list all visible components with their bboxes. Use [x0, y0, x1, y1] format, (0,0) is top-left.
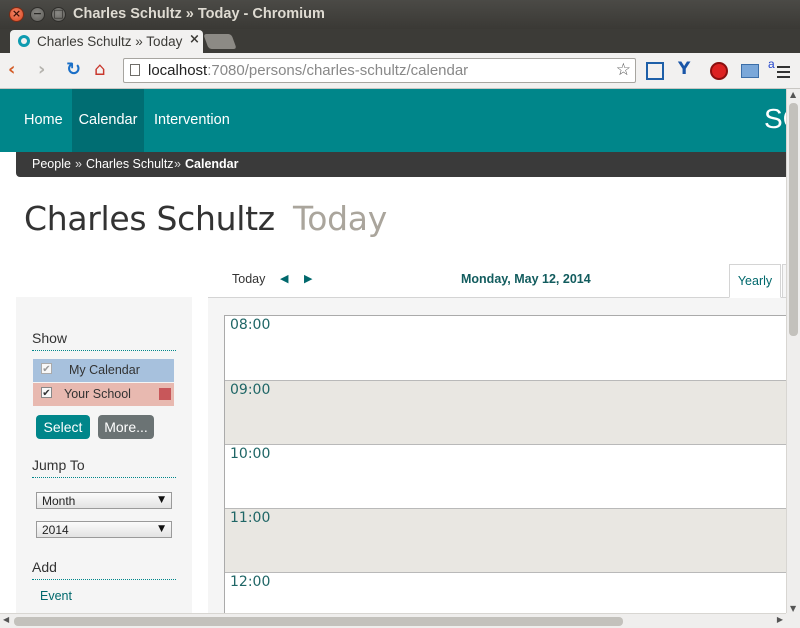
dropdown-arrow-icon: ▼	[158, 495, 165, 505]
breadcrumb-current: Calendar	[185, 157, 239, 171]
new-tab-button[interactable]	[203, 34, 237, 49]
vertical-scroll-thumb[interactable]	[789, 103, 798, 336]
hour-slot[interactable]: 09:00	[225, 380, 786, 444]
address-bar[interactable]: localhost:7080/persons/charles-schultz/c…	[123, 58, 636, 83]
hour-slot[interactable]: 08:00	[225, 316, 786, 380]
vertical-scrollbar[interactable]: ▲ ▼	[786, 89, 800, 613]
calendar-label: Your School	[64, 387, 131, 401]
favicon-icon	[18, 35, 30, 47]
checkbox[interactable]: ✔	[41, 363, 52, 375]
tab-title: Charles Schultz » Today	[37, 34, 183, 49]
hour-slot[interactable]: 10:00	[225, 444, 786, 508]
today-button[interactable]: Today	[232, 272, 265, 286]
show-heading: Show	[32, 330, 68, 346]
scroll-down-icon[interactable]: ▼	[790, 604, 796, 613]
hour-label: 12:00	[230, 574, 271, 590]
breadcrumb-separator: »	[75, 157, 82, 171]
add-event-link[interactable]: Event	[40, 589, 72, 603]
tab-strip: Charles Schultz » Today ×	[0, 29, 800, 54]
next-day-icon[interactable]: ▶	[304, 272, 312, 285]
calendar-header: Today ◀ ▶ Monday, May 12, 2014 Yearly	[208, 264, 786, 298]
select-value: 2014	[42, 523, 69, 537]
jump-period-select[interactable]: Month ▼	[36, 492, 172, 509]
forward-button[interactable]: ›	[38, 59, 45, 81]
select-button[interactable]: Select	[36, 415, 90, 439]
nav-home[interactable]: Home	[24, 89, 63, 152]
hour-label: 10:00	[230, 446, 271, 462]
window-minimize-button[interactable]: −	[30, 7, 45, 22]
horizontal-scrollbar[interactable]: ◀ ▶	[0, 613, 786, 628]
stop-extension-icon[interactable]	[710, 62, 728, 80]
page-icon	[130, 64, 140, 76]
scroll-up-icon[interactable]: ▲	[790, 90, 796, 99]
bookmark-star-icon[interactable]: ☆	[616, 60, 631, 80]
jump-to-heading: Jump To	[32, 457, 85, 473]
screenshot-extension-icon[interactable]	[741, 64, 759, 78]
more-button[interactable]: More...	[98, 415, 154, 439]
day-grid: 08:00 09:00 10:00 11:00 12:00	[224, 315, 786, 613]
divider	[32, 350, 176, 351]
url-path: :7080/persons/charles-schultz/calendar	[207, 62, 469, 79]
current-date: Monday, May 12, 2014	[461, 272, 591, 286]
brand-logo[interactable]: SC	[764, 103, 786, 135]
hamburger-menu-icon[interactable]	[777, 66, 790, 81]
tab-yearly[interactable]: Yearly	[729, 264, 781, 298]
calendar-body: 08:00 09:00 10:00 11:00 12:00	[208, 298, 786, 613]
scroll-left-icon[interactable]: ◀	[3, 615, 9, 624]
divider	[32, 579, 176, 580]
breadcrumb-person[interactable]: Charles Schultz	[86, 157, 174, 171]
maximize-icon: □	[53, 7, 64, 20]
hour-label: 11:00	[230, 510, 271, 526]
divider	[32, 477, 176, 478]
hour-slot[interactable]: 11:00	[225, 508, 786, 572]
reload-button[interactable]: ↻	[66, 59, 81, 81]
home-button[interactable]: ⌂	[94, 59, 105, 81]
calendar-toggle-my-calendar[interactable]: ✔ My Calendar	[33, 359, 174, 382]
breadcrumb-separator: »	[174, 157, 181, 171]
calendar-sidebar: Show ✔ My Calendar ✔ Your School Select …	[16, 297, 192, 613]
checkbox[interactable]: ✔	[41, 387, 52, 399]
hour-slot[interactable]: 12:00	[225, 572, 786, 613]
nav-calendar[interactable]: Calendar	[72, 89, 144, 152]
window-close-button[interactable]: ×	[9, 7, 24, 22]
select-value: Month	[42, 494, 76, 508]
window-title: Charles Schultz » Today - Chromium	[73, 6, 325, 22]
browser-tab[interactable]: Charles Schultz » Today ×	[10, 30, 203, 54]
close-icon: ×	[11, 7, 22, 20]
jump-year-select[interactable]: 2014 ▼	[36, 521, 172, 538]
breadcrumb: People » Charles Schultz » Calendar	[16, 152, 786, 177]
top-nav: Home Calendar Intervention SC	[0, 89, 786, 152]
window-titlebar: × − □ Charles Schultz » Today - Chromium	[0, 0, 800, 29]
window-maximize-button[interactable]: □	[51, 7, 66, 22]
calendar-toggle-your-school[interactable]: ✔ Your School	[33, 383, 174, 406]
page-subtitle: Today	[293, 199, 387, 238]
scroll-right-icon[interactable]: ▶	[777, 615, 783, 624]
tab-close-button[interactable]: ×	[189, 32, 200, 47]
calendar-color-swatch	[159, 388, 171, 400]
add-heading: Add	[32, 559, 57, 575]
fullscreen-extension-icon[interactable]	[646, 62, 664, 80]
breadcrumb-people[interactable]: People	[32, 157, 71, 171]
url-text[interactable]: localhost:7080/persons/charles-schultz/c…	[148, 62, 468, 79]
calendar-label: My Calendar	[69, 363, 140, 377]
hour-label: 08:00	[230, 317, 271, 333]
nav-intervention[interactable]: Intervention	[154, 89, 230, 152]
url-host: localhost	[148, 62, 208, 79]
scrollbar-corner	[786, 613, 800, 628]
horizontal-scroll-thumb[interactable]	[14, 617, 623, 626]
page-viewport: Home Calendar Intervention SC People » C…	[0, 89, 786, 613]
back-button[interactable]: ‹	[8, 59, 15, 81]
browser-toolbar: ‹ › ↻ ⌂ localhost:7080/persons/charles-s…	[0, 53, 800, 89]
minimize-icon: −	[32, 7, 43, 20]
prev-day-icon[interactable]: ◀	[280, 272, 288, 285]
v-extension-icon[interactable]: Y	[678, 59, 696, 79]
dropdown-arrow-icon: ▼	[158, 524, 165, 534]
hour-label: 09:00	[230, 382, 271, 398]
page-title: Charles Schultz	[24, 199, 275, 238]
